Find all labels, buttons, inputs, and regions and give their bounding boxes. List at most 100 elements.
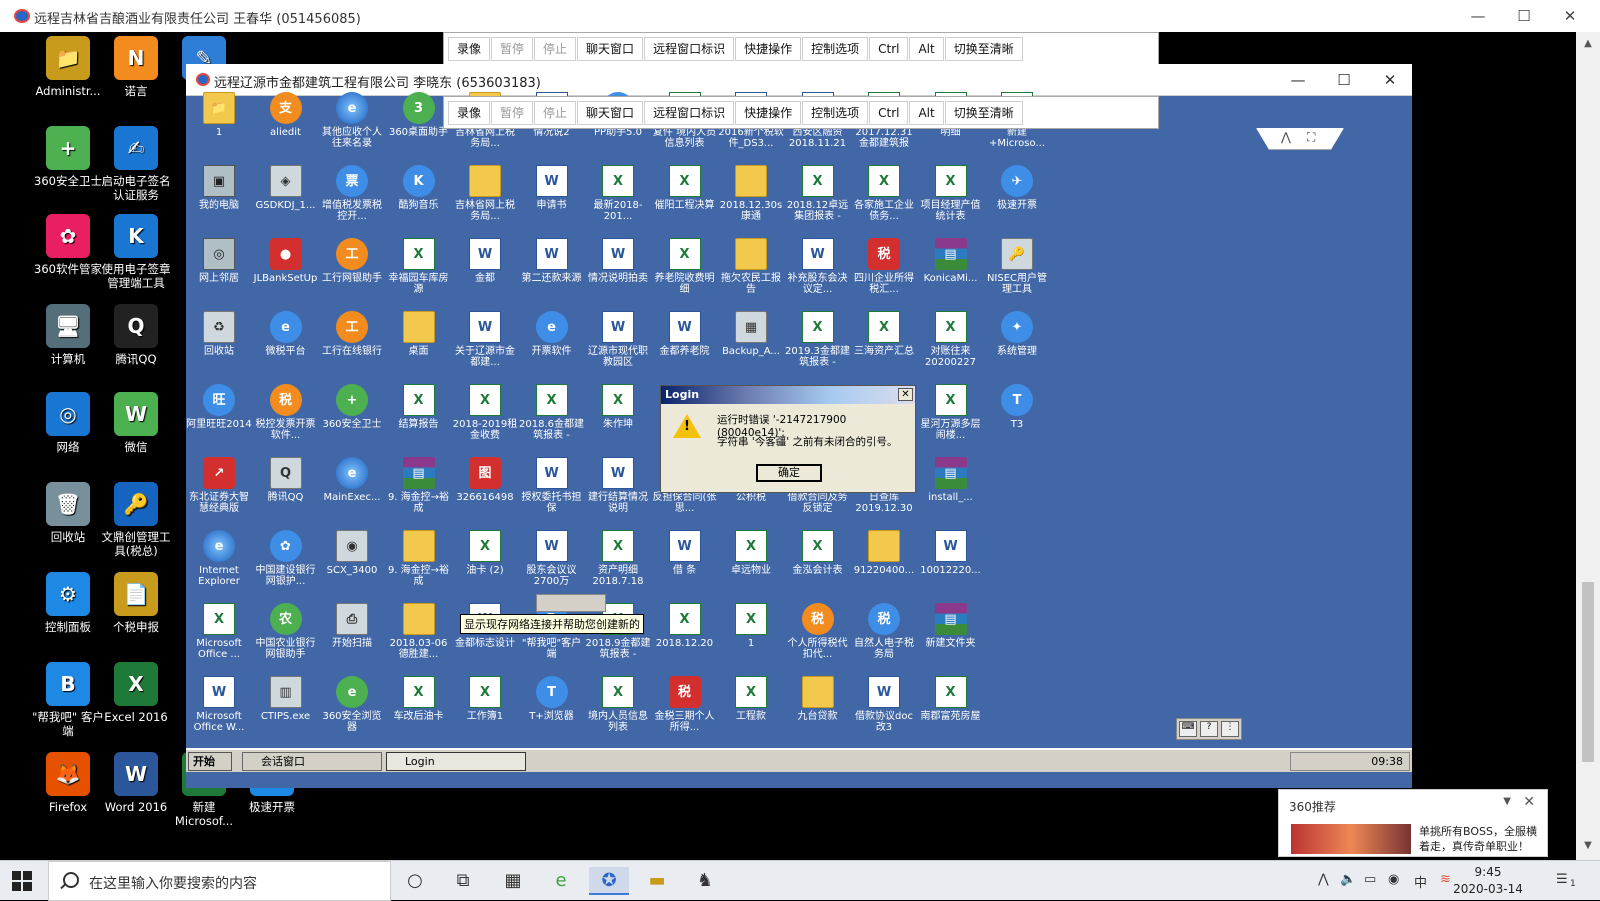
- help-icon[interactable]: ?: [1200, 721, 1218, 737]
- remote-desktop-icon[interactable]: X 资产明细2018.7.18: [585, 530, 651, 587]
- chevron-down-icon[interactable]: ▼: [1503, 796, 1511, 807]
- remote-desktop-icon[interactable]: 图 326616498: [452, 457, 518, 503]
- remote-desktop-icon[interactable]: 吉林省网上税务局...: [452, 165, 518, 222]
- remote-desktop-icon[interactable]: X1: [718, 603, 784, 649]
- remote-desktop-icon[interactable]: ◎ 网上邻居: [186, 238, 252, 284]
- taskbar-search-box[interactable]: 在这里输入你要搜索的内容: [48, 861, 391, 901]
- remote-desktop-icon[interactable]: +360安全卫士: [319, 384, 385, 430]
- remote-desktop-icon[interactable]: X 2019.3金都建筑报表 -: [785, 311, 851, 368]
- local-desktop-icon[interactable]: Q 腾讯QQ: [100, 304, 172, 366]
- local-desktop-icon[interactable]: B "帮我吧" 客户端: [32, 662, 104, 738]
- remote-desktop-icon[interactable]: T T+浏览器: [519, 676, 585, 722]
- remote-mark-button[interactable]: 远程窗口标识: [644, 100, 735, 125]
- remote-desktop-icon[interactable]: ✿ 中国建设银行网银护...: [253, 530, 319, 587]
- remote-desktop-icon[interactable]: ✦ 系统管理: [984, 311, 1050, 357]
- remote-desktop-icon[interactable]: X 朱作坤: [585, 384, 651, 430]
- remote-desktop-icon[interactable]: 支 aliedit: [253, 92, 319, 138]
- remote-desktop-icon[interactable]: X 2018.6金都建筑报表 -: [519, 384, 585, 441]
- remote-desktop-icon[interactable]: X 境内人员信息列表: [585, 676, 651, 733]
- chat-window-button[interactable]: 聊天窗口: [577, 100, 644, 125]
- remote-desktop-icon[interactable]: ▥ CTIPS.exe: [253, 676, 319, 722]
- local-desktop-icon[interactable]: 🖥 计算机: [32, 304, 104, 366]
- task-view-icon[interactable]: ⧉: [443, 867, 483, 895]
- local-desktop-icon[interactable]: 🦊 Firefox: [32, 752, 104, 814]
- recommend-popup[interactable]: 360推荐 ▼ ✕ 单挑所有BOSS，全服横着走，真传奇单职业！: [1278, 789, 1548, 857]
- remote-desktop-icon[interactable]: 税税控发票开票软件...: [253, 384, 319, 441]
- remote-desktop-icon[interactable]: Q 腾讯QQ: [253, 457, 319, 503]
- scroll-thumb[interactable]: [1582, 582, 1594, 762]
- ctrl-key-button[interactable]: Ctrl: [869, 36, 909, 61]
- remote-desktop-icon[interactable]: ● JLBankSetUp: [253, 238, 319, 284]
- outer-close-button[interactable]: ✕: [1550, 4, 1590, 28]
- remote-desktop-icon[interactable]: X Microsoft Office ...: [186, 603, 252, 660]
- volume-icon[interactable]: 🔈: [1340, 872, 1356, 887]
- remote-desktop-icon[interactable]: X 工程款: [718, 676, 784, 722]
- remote-desktop-icon[interactable]: 税个人所得税代扣代...: [785, 603, 851, 660]
- remote-desktop-icon[interactable]: 农中国农业银行网银助手: [253, 603, 319, 660]
- remote-desktop-icon[interactable]: ⎙ 开始扫描: [319, 603, 385, 649]
- control-options-button[interactable]: 控制选项: [802, 36, 869, 61]
- remote-desktop-icon[interactable]: X 星河万源多层闹楼...: [918, 384, 984, 441]
- remote-desktop-icon[interactable]: X 2018.12卓远集团报表 -: [785, 165, 851, 222]
- remote-desktop-icon[interactable]: 税自然人电子税务局: [851, 603, 917, 660]
- remote-desktop-icon[interactable]: X 项目经理产值统计表: [918, 165, 984, 222]
- remote-desktop-icon[interactable]: 票增值税发票税控开...: [319, 165, 385, 222]
- remote-desktop-icon[interactable]: K 酷狗音乐: [386, 165, 452, 211]
- tray-menu-icon[interactable]: ⋮: [1221, 721, 1239, 737]
- remote-desktop-icon[interactable]: ↗ 东北证券大智慧经典版: [186, 457, 252, 514]
- remote-desktop-icon[interactable]: W Microsoft Office W...: [186, 676, 252, 733]
- remote-desktop-icon[interactable]: 🔑 NISEC用户管理工具: [984, 238, 1050, 295]
- alt-key-button[interactable]: Alt: [909, 100, 944, 125]
- remote-desktop-icon[interactable]: X 养老院收费明细: [652, 238, 718, 295]
- remote-desktop-icon[interactable]: 拖欠农民工报告: [718, 238, 784, 295]
- remote-desktop-icon[interactable]: 3 360桌面助手: [386, 92, 452, 138]
- ctrl-key-button[interactable]: Ctrl: [869, 100, 909, 125]
- remote-desktop-icon[interactable]: ▤ KonicaMi...: [918, 238, 984, 284]
- browser-360-icon[interactable]: e: [541, 867, 581, 895]
- remote-desktop-icon[interactable]: W 申请书: [519, 165, 585, 211]
- outer-maximize-button[interactable]: ☐: [1504, 4, 1544, 28]
- scroll-up-icon[interactable]: ▲: [1580, 38, 1596, 54]
- recommend-close-icon[interactable]: ✕: [1523, 794, 1535, 810]
- remote-desktop-icon[interactable]: X 各家施工企业债务...: [851, 165, 917, 222]
- recommend-text[interactable]: 单挑所有BOSS，全服横着走，真传奇单职业！: [1419, 824, 1539, 854]
- remote-desktop-icon[interactable]: W 借款协议doc改3: [851, 676, 917, 733]
- control-options-button[interactable]: 控制选项: [802, 100, 869, 125]
- remote-desktop-icon[interactable]: ▤ install_...: [918, 457, 984, 503]
- remote-desktop-icon[interactable]: W 借 条: [652, 530, 718, 576]
- remote-desktop-icon[interactable]: X 结算报告: [386, 384, 452, 430]
- remote-desktop-icon[interactable]: ♻ 回收站: [186, 311, 252, 357]
- pause-button[interactable]: 暂停: [491, 36, 534, 61]
- remote-desktop-icon[interactable]: X 三海资产汇总: [851, 311, 917, 357]
- remote-desktop-icon[interactable]: e 360安全浏览器: [319, 676, 385, 733]
- remote-desktop-icon[interactable]: W 第二还款来源: [519, 238, 585, 284]
- remote-desktop-icon[interactable]: W 股东会议议2700万: [519, 530, 585, 587]
- remote-desktop-icon[interactable]: X 卓远物业: [718, 530, 784, 576]
- remote-desktop-icon[interactable]: X 车改后油卡: [386, 676, 452, 722]
- outer-minimize-button[interactable]: —: [1458, 4, 1498, 28]
- local-desktop-icon[interactable]: W Word 2016: [100, 752, 172, 814]
- remote-desktop-icon[interactable]: 旺阿里旺旺2014: [186, 384, 252, 430]
- remote-desktop-icon[interactable]: X 2018-2019租金收费: [452, 384, 518, 441]
- remote-desktop-icon[interactable]: X 对账往来20200227: [918, 311, 984, 368]
- remote-mark-button[interactable]: 远程窗口标识: [644, 36, 735, 61]
- local-desktop-icon[interactable]: 🔑 文鼎创管理工具(税总): [100, 482, 172, 558]
- remote-desktop-icon[interactable]: W 授权委托书担保: [519, 457, 585, 514]
- remote-desktop-icon[interactable]: X 工作簿1: [452, 676, 518, 722]
- local-desktop-icon[interactable]: W 微信: [100, 392, 172, 454]
- remote-desktop-icon[interactable]: 9. 海金控→裕成: [386, 530, 452, 587]
- record-button[interactable]: 录像: [448, 36, 491, 61]
- remote-desktop-icon[interactable]: ▤ 9. 海金控→裕成: [386, 457, 452, 514]
- remote-desktop-icon[interactable]: ▣ 我的电脑: [186, 165, 252, 211]
- remote-desktop-icon[interactable]: ▤ 新建文件夹: [918, 603, 984, 649]
- remote-desktop-icon[interactable]: 2018.03-06德胜建...: [386, 603, 452, 660]
- alt-key-button[interactable]: Alt: [909, 36, 944, 61]
- local-desktop-icon[interactable]: K 使用电子签章管理端工具: [100, 214, 172, 290]
- remote-desktop-icon[interactable]: X 油卡 (2): [452, 530, 518, 576]
- quick-ops-button[interactable]: 快捷操作: [735, 36, 802, 61]
- remote-desktop-icon[interactable]: X 2018.12.20: [652, 603, 718, 649]
- remote-desktop-icon[interactable]: 91220400...: [851, 530, 917, 576]
- remote-desktop-icon[interactable]: T T3: [984, 384, 1050, 430]
- remote-desktop-icon[interactable]: X 最新2018-201...: [585, 165, 651, 222]
- switch-hd-button[interactable]: 切换至清晰: [944, 100, 1023, 125]
